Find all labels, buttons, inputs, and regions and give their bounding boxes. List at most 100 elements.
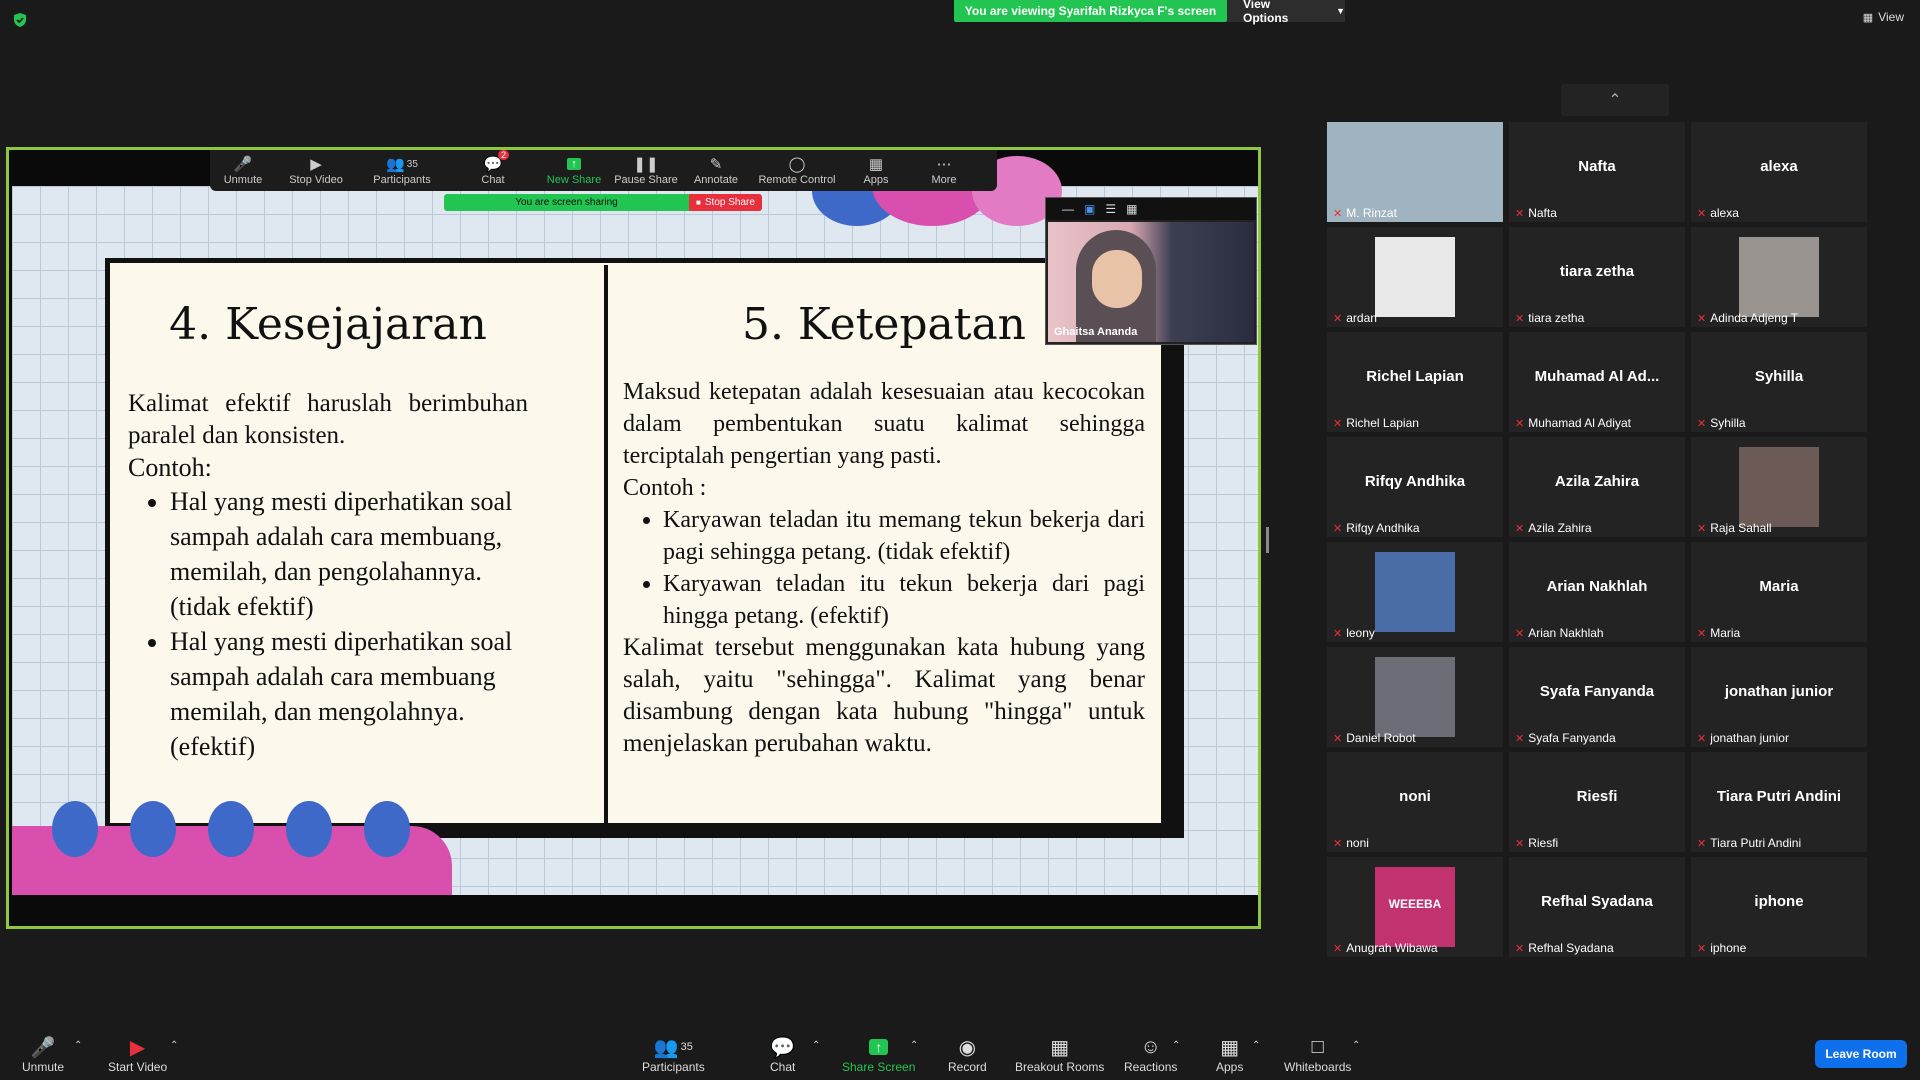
participant-tile[interactable]: ✕ Adinda Adjeng T [1691,227,1867,327]
participant-tile[interactable]: Syafa Fanyanda ✕ Syafa Fanyanda [1509,647,1685,747]
mic-muted-icon: ✕ [1697,417,1707,430]
mic-muted-icon: ✕ [1515,312,1525,325]
mic-muted-icon: ✕ [1697,627,1707,640]
unmute-button[interactable]: 🎤 Unmute [22,1034,64,1075]
security-shield-icon[interactable] [12,12,28,28]
grid-view-icon: ▦ [1862,11,1874,24]
participant-tile[interactable]: alexa ✕ alexa [1691,122,1867,222]
participant-display-name: Nafta [1578,158,1616,175]
chat-button[interactable]: 💬 Chat [770,1034,796,1075]
participant-display-name: Richel Lapian [1366,368,1464,385]
toolbar-annotate-button[interactable]: ✎ Annotate [682,154,750,186]
participant-tile[interactable]: ✕ Daniel Robot [1327,647,1503,747]
mic-muted-icon: ✕ [1333,522,1343,535]
share-screen-button[interactable]: ↑ Share Screen [842,1034,915,1074]
screen-sharing-status: You are screen sharing [444,194,689,211]
participant-tile[interactable]: ✕ leony [1327,542,1503,642]
participant-tile[interactable]: Richel Lapian ✕ Richel Lapian [1327,332,1503,432]
chat-options-caret[interactable]: ⌃ [812,1040,820,1051]
participant-tile[interactable]: iphone ✕ iphone [1691,857,1867,957]
toolbar-participants-button[interactable]: 👥 35 Participants [356,154,448,186]
view-options-button[interactable]: View Options ▼ [1227,0,1345,25]
participant-name-label: ✕ noni [1333,836,1369,850]
toolbar-apps-button[interactable]: ▦ Apps [844,154,908,186]
participant-name-label: ✕ alexa [1697,206,1739,220]
toolbar-new-share-button[interactable]: ↑ New Share [538,154,610,186]
participant-tile[interactable]: ✕ ardan [1327,227,1503,327]
participant-tile[interactable]: Maria ✕ Maria [1691,542,1867,642]
mic-muted-icon: ✕ [1697,837,1707,850]
view-button[interactable]: ▦ View [1863,10,1904,24]
participant-tile[interactable]: Muhamad Al Ad... ✕ Muhamad Al Adiyat [1509,332,1685,432]
more-dots-icon: ⋯ [936,156,952,173]
participant-tile[interactable]: tiara zetha ✕ tiara zetha [1509,227,1685,327]
whiteboards-options-caret[interactable]: ⌃ [1352,1040,1360,1051]
participants-button[interactable]: 👥 35 Participants [642,1034,705,1075]
screen-sharing-pill: You are screen sharing ■ Stop Share [444,194,762,211]
participant-tile[interactable]: ✕ M. Rinzat [1327,122,1503,222]
right-outro: Kalimat tersebut menggunakan kata hubung… [623,634,1145,757]
start-video-button[interactable]: ▶ Start Video [108,1034,167,1075]
mic-muted-icon: ✕ [1515,732,1525,745]
apps-button[interactable]: ▦ Apps [1216,1034,1243,1075]
participant-name-label: ✕ Refhal Syadana [1515,941,1614,955]
participant-tile[interactable]: noni ✕ noni [1327,752,1503,852]
floating-video-panel[interactable]: — ▣ ☰ ▦ Ghaitsa Ananda [1045,197,1257,345]
participant-display-name: Tiara Putri Andini [1716,788,1842,805]
toolbar-stop-video-button[interactable]: ▶ Stop Video [276,154,356,186]
participants-icon: 👥 [386,156,405,173]
reactions-options-caret[interactable]: ⌃ [1172,1040,1180,1051]
participant-avatar [1739,237,1819,317]
participant-tile[interactable]: Azila Zahira ✕ Azila Zahira [1509,437,1685,537]
record-button[interactable]: ◉ Record [948,1034,987,1075]
toolbar-unmute-button[interactable]: 🎤 Unmute [210,154,276,186]
mic-muted-icon: ✕ [1333,312,1343,325]
toolbar-more-button[interactable]: ⋯ More [908,154,980,186]
participant-tile[interactable]: Arian Nakhlah ✕ Arian Nakhlah [1509,542,1685,642]
reactions-button[interactable]: ☺ Reactions [1124,1034,1177,1075]
stop-share-mini-button[interactable]: ■ Stop Share [689,194,762,211]
participants-count: 35 [680,1041,693,1053]
participant-tile[interactable]: Refhal Syadana ✕ Refhal Syadana [1509,857,1685,957]
apps-icon: ▦ [868,156,884,173]
participant-tile[interactable]: ✕ Raja Sahall [1691,437,1867,537]
stop-square-icon: ■ [696,198,701,207]
mic-muted-icon: ✕ [1697,732,1707,745]
stop-share-label: Stop Share [704,197,755,208]
participant-tile[interactable]: Syhilla ✕ Syhilla [1691,332,1867,432]
minimize-icon[interactable]: — [1062,202,1074,216]
participant-tile[interactable]: jonathan junior ✕ jonathan junior [1691,647,1867,747]
participant-name-label: ✕ Nafta [1515,206,1557,220]
speaker-view-icon[interactable]: ▣ [1084,202,1095,216]
audio-options-caret[interactable]: ⌃ [74,1040,82,1051]
whiteboards-button[interactable]: □ Whiteboards [1284,1034,1351,1075]
share-options-caret[interactable]: ⌃ [910,1040,918,1051]
breakout-rooms-button[interactable]: ▦ Breakout Rooms [1015,1034,1104,1075]
participant-tile[interactable]: Riesfi ✕ Riesfi [1509,752,1685,852]
participant-name: Syhilla [1710,416,1746,430]
toolbar-chat-button[interactable]: 💬 2 Chat [448,150,538,186]
participant-tile[interactable]: Tiara Putri Andini ✕ Tiara Putri Andini [1691,752,1867,852]
video-options-caret[interactable]: ⌃ [170,1040,178,1051]
participant-name-label: ✕ ardan [1333,311,1377,325]
participant-tile[interactable]: WEEEBA ✕ Anugrah Wibawa [1327,857,1503,957]
floating-video-name: Ghaitsa Ananda [1054,326,1138,338]
panel-resize-handle[interactable] [1266,527,1269,553]
toolbar-remote-control-button[interactable]: ◯ Remote Control [750,154,844,186]
sharing-status-label: You are screen sharing [515,197,618,208]
collapse-gallery-button[interactable]: ⌃ [1561,84,1669,116]
chat-icon: 💬 [770,1036,796,1059]
left-bullet: Hal yang mesti diperhatikan soal sampah … [170,624,528,764]
apps-options-caret[interactable]: ⌃ [1252,1040,1260,1051]
video-camera-icon: ▶ [310,156,322,173]
mic-muted-icon: ✕ [1333,417,1343,430]
participant-display-name: noni [1399,788,1431,805]
strip-view-icon[interactable]: ☰ [1105,202,1116,216]
gallery-view-icon[interactable]: ▦ [1126,202,1137,216]
toolbar-pause-share-button[interactable]: ❚❚ Pause Share [610,154,682,186]
leave-room-button[interactable]: Leave Room [1815,1040,1907,1068]
breakout-rooms-icon: ▦ [1050,1036,1070,1059]
participant-name-label: ✕ Maria [1697,626,1740,640]
participant-tile[interactable]: Nafta ✕ Nafta [1509,122,1685,222]
participant-tile[interactable]: Rifqy Andhika ✕ Rifqy Andhika [1327,437,1503,537]
